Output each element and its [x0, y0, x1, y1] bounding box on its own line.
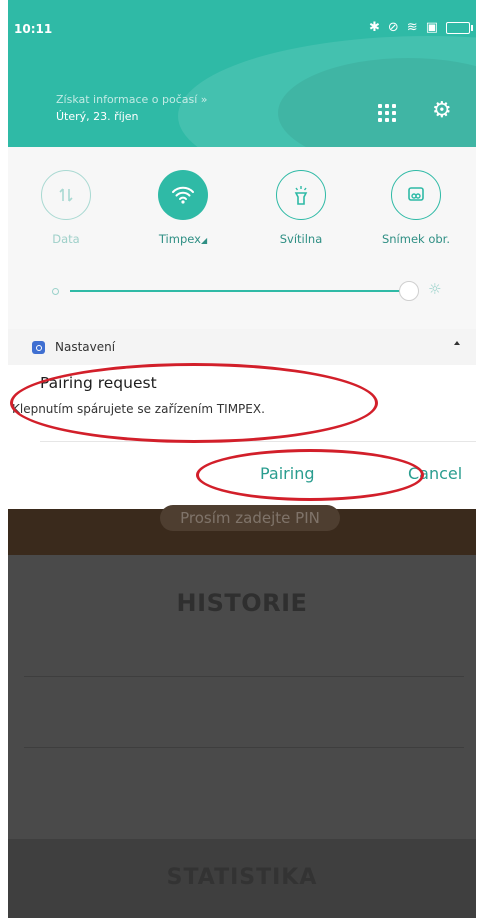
battery-icon — [446, 21, 473, 34]
notification-shade-header: 10:11 ✱ ⊘ ≋ ▣ Získat informace o počasí … — [8, 0, 476, 147]
tile-wifi[interactable]: Timpex◢ — [133, 170, 233, 246]
pin-prompt[interactable]: Prosím zadejte PIN — [160, 505, 340, 531]
pairing-button[interactable]: Pairing — [260, 464, 315, 483]
wifi-icon: ≋ — [406, 20, 418, 35]
phone-screen: 10:11 ✱ ⊘ ≋ ▣ Získat informace o počasí … — [8, 0, 476, 918]
notification-divider — [40, 441, 476, 442]
tile-label-wifi: Timpex◢ — [158, 232, 208, 246]
brightness-high-icon: ☼ — [428, 280, 442, 298]
statistika-heading[interactable]: STATISTIKA — [8, 865, 476, 890]
notification-app-name: Nastavení — [55, 340, 116, 354]
weather-link[interactable]: Získat informace o počasí » — [56, 93, 208, 106]
notification-title: Pairing request — [40, 374, 157, 392]
background-app: Prosím zadejte PIN HISTORIE STATISTIKA — [8, 505, 476, 918]
brightness-thumb[interactable] — [399, 281, 419, 301]
brightness-low-icon — [52, 288, 59, 295]
settings-app-icon — [32, 341, 45, 354]
brightness-track[interactable] — [70, 290, 404, 292]
alarm-icon: ⊘ — [387, 20, 399, 35]
sim-icon: ▣ — [425, 20, 438, 35]
cancel-button[interactable]: Cancel — [408, 464, 462, 483]
app-divider — [24, 676, 464, 677]
tile-label-flashlight: Svítilna — [279, 232, 323, 246]
status-time: 10:11 — [14, 22, 53, 36]
pin-band: Prosím zadejte PIN — [8, 505, 476, 555]
quick-settings-panel: Data Timpex◢ Svítilna Snímek obr. ☼ — [8, 147, 476, 329]
tile-label-screenshot: Snímek obr. — [381, 232, 451, 246]
notification-text: Klepnutím spárujete se zařízením TIMPEX. — [12, 402, 265, 416]
apps-grid-icon[interactable] — [378, 104, 396, 122]
flashlight-icon — [276, 170, 326, 220]
notification-header: Nastavení — [8, 329, 476, 365]
tile-data[interactable]: Data — [16, 170, 116, 246]
date-label: Úterý, 23. říjen — [56, 110, 139, 123]
collapse-icon[interactable] — [454, 341, 460, 345]
gear-icon[interactable]: ⚙ — [432, 100, 452, 122]
brightness-slider[interactable]: ☼ — [52, 280, 442, 301]
tile-screenshot[interactable]: Snímek obr. — [366, 170, 466, 246]
tile-flashlight[interactable]: Svítilna — [251, 170, 351, 246]
data-arrows-icon — [41, 170, 91, 220]
bluetooth-icon: ✱ — [368, 20, 380, 35]
wifi-expand-icon: ◢ — [200, 236, 208, 245]
tile-label-data: Data — [52, 232, 80, 246]
pairing-notification[interactable]: Nastavení Pairing request Klepnutím spár… — [8, 329, 476, 509]
status-icons: ✱ ⊘ ≋ ▣ — [368, 20, 473, 35]
screenshot-icon — [391, 170, 441, 220]
app-divider — [24, 747, 464, 748]
wifi-icon — [158, 170, 208, 220]
historie-heading[interactable]: HISTORIE — [8, 589, 476, 617]
